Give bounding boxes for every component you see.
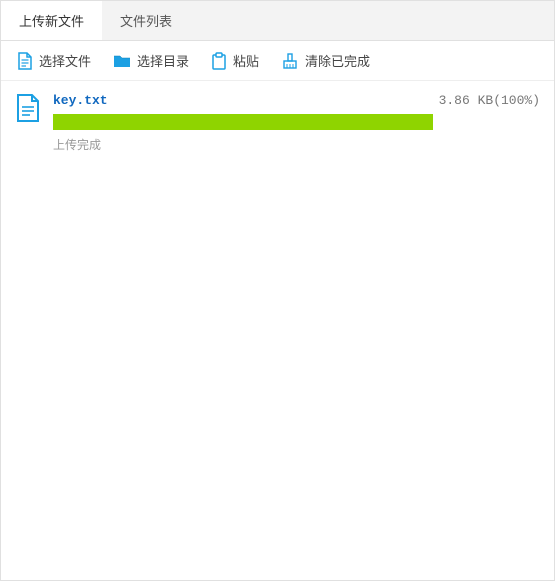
document-icon (15, 93, 41, 123)
tab-upload-new[interactable]: 上传新文件 (1, 1, 102, 40)
tab-bar: 上传新文件 文件列表 (1, 1, 554, 41)
paste-button[interactable]: 粘贴 (211, 51, 259, 70)
paste-label: 粘贴 (233, 51, 259, 70)
progress-bar (53, 114, 433, 130)
tab-file-list[interactable]: 文件列表 (102, 1, 190, 40)
toolbar: 选择文件 选择目录 粘贴 (1, 41, 554, 81)
clipboard-icon (211, 52, 227, 70)
select-file-button[interactable]: 选择文件 (17, 51, 91, 70)
clear-completed-label: 清除已完成 (305, 51, 370, 70)
broom-icon (281, 52, 299, 70)
folder-icon (113, 53, 131, 69)
upload-dialog: 上传新文件 文件列表 选择文件 选择目 (0, 0, 555, 581)
select-folder-label: 选择目录 (137, 51, 189, 70)
file-name: key.txt (53, 93, 108, 108)
upload-item: key.txt 3.86 KB(100%) 上传完成 (15, 93, 540, 153)
upload-item-body: key.txt 3.86 KB(100%) 上传完成 (53, 93, 540, 153)
upload-item-header: key.txt 3.86 KB(100%) (53, 93, 540, 108)
select-file-label: 选择文件 (39, 51, 91, 70)
progress-fill (54, 115, 432, 129)
file-icon (17, 52, 33, 70)
file-size-percent: 3.86 KB(100%) (439, 93, 540, 108)
upload-list[interactable]: key.txt 3.86 KB(100%) 上传完成 (1, 81, 554, 580)
select-folder-button[interactable]: 选择目录 (113, 51, 189, 70)
upload-status: 上传完成 (53, 136, 540, 153)
file-size: 3.86 KB (439, 93, 494, 108)
file-percent: (100%) (493, 93, 540, 108)
clear-completed-button[interactable]: 清除已完成 (281, 51, 370, 70)
